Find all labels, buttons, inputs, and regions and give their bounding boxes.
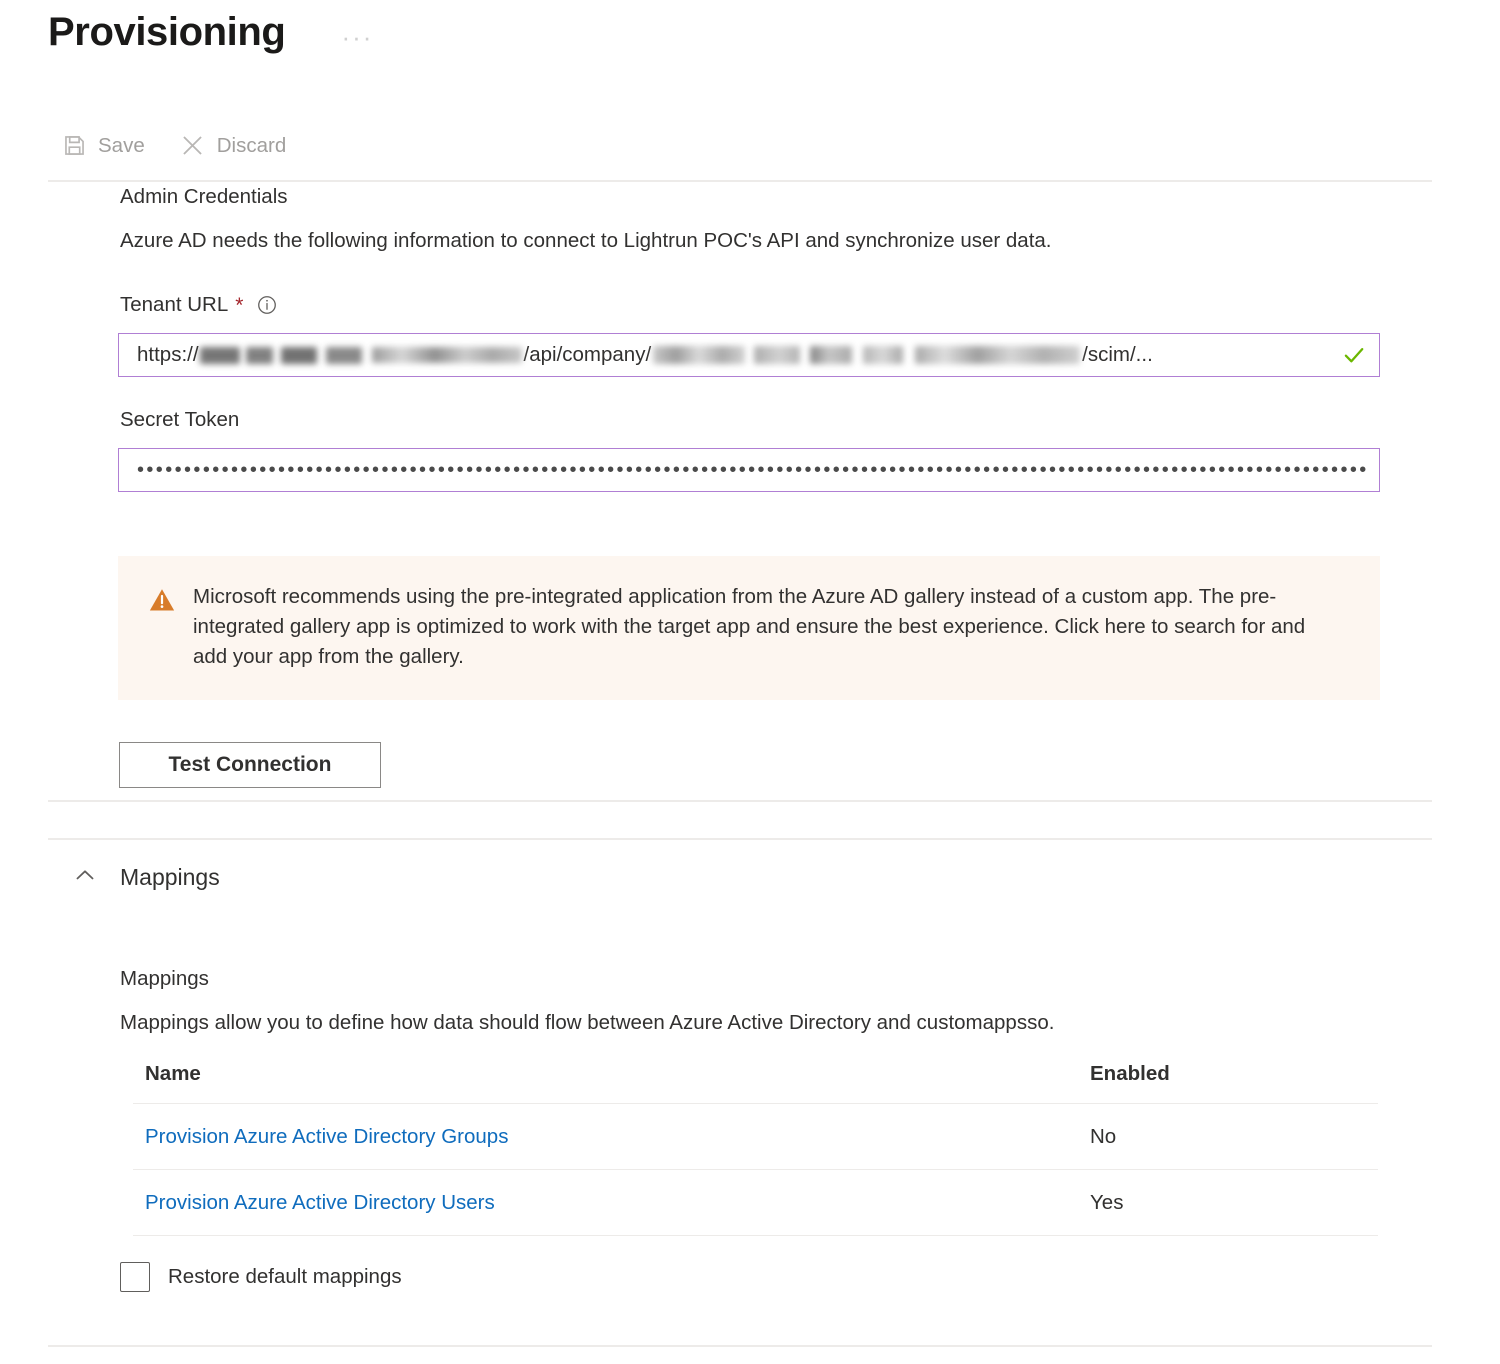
mappings-collapse-label: Mappings [120,864,220,890]
warning-icon [148,586,176,674]
validation-success-icon [1341,342,1367,368]
save-label: Save [98,133,145,157]
table-header-row: Name Enabled [133,1062,1378,1104]
redacted-company-1 [653,346,746,364]
mapping-enabled-cell: Yes [1078,1169,1378,1236]
mapping-name-cell[interactable]: Provision Azure Active Directory Users [133,1169,1078,1236]
page-title: Provisioning [48,10,286,54]
redacted-company-5 [915,346,1081,364]
redacted-host-3 [280,346,317,364]
close-icon [179,132,206,159]
mapping-link-users[interactable]: Provision Azure Active Directory Users [145,1191,495,1214]
command-bar: Save Discard [60,128,288,163]
info-icon[interactable] [256,294,278,316]
column-header-name: Name [133,1062,1078,1104]
gallery-recommendation-banner: Microsoft recommends using the pre-integ… [118,556,1380,700]
redacted-host-5 [371,347,522,363]
mappings-collapse-toggle[interactable]: Mappings [72,862,220,893]
mapping-link-groups[interactable]: Provision Azure Active Directory Groups [145,1125,508,1148]
divider-bottom [48,1345,1432,1347]
divider-top [48,180,1432,182]
test-connection-button[interactable]: Test Connection [119,742,381,788]
restore-default-mappings-checkbox[interactable] [120,1262,150,1292]
secret-token-value: ••••••••••••••••••••••••••••••••••••••••… [137,460,1367,480]
tenant-url-input[interactable]: https:// /api/company/ /scim/... [118,333,1380,377]
mappings-table: Name Enabled Provision Azure Active Dire… [133,1062,1378,1236]
admin-credentials-heading: Admin Credentials [120,185,288,208]
redacted-company-4 [863,346,904,364]
page-header: Provisioning ··· [48,8,373,56]
column-header-enabled: Enabled [1078,1062,1378,1104]
banner-text: Microsoft recommends using the pre-integ… [193,585,1306,668]
tenant-url-prefix: https:// [137,343,199,366]
overflow-menu-icon[interactable]: ··· [341,24,373,50]
table-row[interactable]: Provision Azure Active Directory Users Y… [133,1169,1378,1236]
redacted-host-2 [245,346,273,364]
restore-default-mappings-label: Restore default mappings [168,1265,402,1288]
redacted-host-4 [325,346,362,364]
admin-credentials-description: Azure AD needs the following information… [120,229,1052,252]
tenant-url-mid: /api/company/ [523,343,652,366]
secret-token-input[interactable]: ••••••••••••••••••••••••••••••••••••••••… [118,448,1380,492]
chevron-up-icon [72,862,98,893]
secret-token-label-group: Secret Token [120,408,239,432]
save-button[interactable]: Save [60,129,147,162]
table-row[interactable]: Provision Azure Active Directory Groups … [133,1103,1378,1170]
restore-default-mappings-row[interactable]: Restore default mappings [120,1262,402,1292]
tenant-url-label: Tenant URL [120,293,229,316]
required-marker: * [235,293,244,317]
discard-label: Discard [216,133,287,157]
save-icon [62,133,87,158]
tenant-url-suffix: /scim/... [1082,343,1153,366]
discard-button[interactable]: Discard [177,128,289,163]
tenant-url-label-group: Tenant URL * [120,293,278,317]
divider-credentials-bottom [48,800,1432,802]
redacted-host-1 [199,346,240,364]
mappings-description: Mappings allow you to define how data sh… [120,1011,1055,1034]
mapping-enabled-cell: No [1078,1103,1378,1170]
mapping-name-cell[interactable]: Provision Azure Active Directory Groups [133,1103,1078,1170]
secret-token-label: Secret Token [120,408,240,431]
redacted-company-2 [754,346,801,364]
divider-mappings-top [48,838,1432,840]
mappings-heading: Mappings [120,967,209,990]
redacted-company-3 [810,346,853,364]
